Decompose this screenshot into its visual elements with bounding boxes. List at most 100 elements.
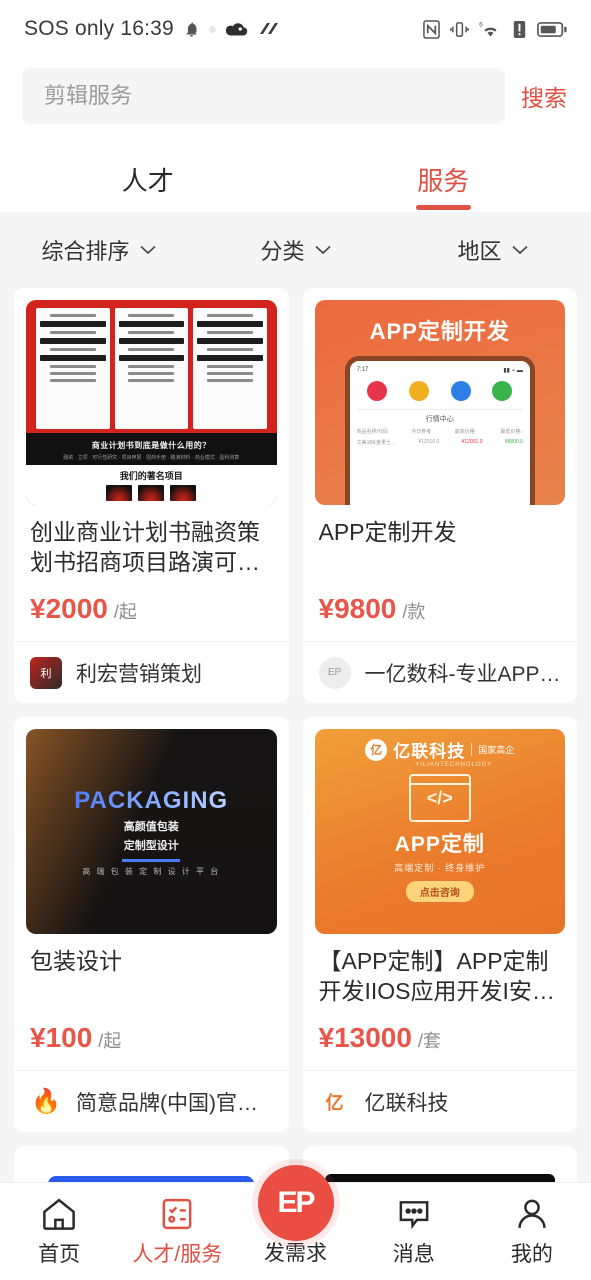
card-price: ¥2000 (30, 593, 108, 624)
card-body: 创业商业计划书融资策划书招商项目路演可行性… (14, 505, 289, 579)
battery-icon (537, 21, 567, 38)
carrier-time-label: SOS only 16:39 (24, 17, 174, 40)
nav-item-messages[interactable]: 消息 (355, 1196, 473, 1268)
card-thumbnail-image: 商业计划书到底是做什么用的？ 融资 · 立项 · 可行性研究 · 项目申报 · … (26, 300, 277, 505)
tab-talent[interactable]: 人才 (0, 146, 296, 212)
nav-item-post-demand[interactable]: EP 发需求 (236, 1164, 354, 1267)
art-yilian-sub: 高端定制 · 终身维护 (394, 863, 486, 873)
card-price: ¥9800 (318, 593, 397, 624)
card-title: 【APP定制】APP定制开发IIOS应用开发I安卓AP… (318, 948, 555, 1005)
card-shop-row[interactable]: 🔥 简意品牌(中国)官方旗… (14, 1070, 289, 1132)
art-yilian-badge: 国家高企 (471, 743, 514, 756)
service-card[interactable]: PACKAGING 高颜值包装 定制型设计 高 端 包 装 定 制 设 计 平 … (14, 717, 289, 1132)
ep-fab-icon[interactable]: EP (257, 1164, 334, 1241)
nav-item-messages-label: 消息 (392, 1242, 435, 1266)
search-field[interactable] (22, 68, 505, 124)
tab-services[interactable]: 服务 (296, 146, 591, 212)
bell-icon (183, 20, 200, 39)
yilian-mark-icon: 亿 (365, 738, 388, 761)
art-packaging-line2: 定制型设计 (123, 839, 179, 852)
card-price-unit: /套 (417, 1031, 441, 1051)
status-bar-right: 6 (423, 19, 567, 39)
filter-category-label: 分类 (260, 239, 305, 264)
shop-logo-icon: EP (318, 656, 351, 689)
filter-bar: 综合排序 分类 地区 (0, 212, 591, 288)
status-bar-left: SOS only 16:39 (24, 17, 280, 41)
card-title: 包装设计 (30, 948, 122, 974)
art-yilian-brand-sub: YILIANTECHNOLOGY (415, 762, 493, 768)
nav-item-home-label: 首页 (38, 1242, 81, 1266)
nav-item-talent-services[interactable]: 人才/服务 (118, 1196, 236, 1268)
chat-icon (399, 1200, 429, 1229)
card-price-row: ¥2000 /起 (14, 579, 289, 641)
art-packaging-title: PACKAGING (74, 786, 229, 814)
person-icon (518, 1199, 546, 1228)
filter-sort[interactable]: 综合排序 (0, 234, 197, 266)
search-bar: 搜索 (0, 58, 591, 146)
card-shop-row[interactable]: 亿 亿联科技 (302, 1070, 577, 1132)
service-card[interactable]: 亿 亿联科技 国家高企 YILIANTECHNOLOGY </> APP定制 高… (302, 717, 578, 1132)
filter-region-label: 地区 (457, 239, 502, 264)
nav-item-home[interactable]: 首页 (0, 1196, 118, 1268)
service-card-grid: 商业计划书到底是做什么用的？ 融资 · 立项 · 可行性研究 · 项目申报 · … (0, 288, 591, 1280)
search-button[interactable]: 搜索 (519, 75, 569, 117)
card-price-unit: /起 (113, 602, 137, 622)
art-app-headline: APP定制开发 (369, 319, 510, 344)
card-thumbnail-image: PACKAGING 高颜值包装 定制型设计 高 端 包 装 定 制 设 计 平 … (26, 729, 277, 934)
nav-item-profile[interactable]: 我的 (473, 1196, 591, 1268)
art-packaging-line1: 高颜值包装 (123, 820, 179, 833)
service-card[interactable]: 商业计划书到底是做什么用的？ 融资 · 立项 · 可行性研究 · 项目申报 · … (14, 288, 289, 703)
card-shop-name: 简意品牌(中国)官方旗… (76, 1091, 273, 1115)
card-price: ¥100 (30, 1022, 93, 1053)
card-price-unit: /款 (402, 602, 426, 622)
wifi6-icon: 6 (479, 20, 502, 39)
card-title: APP定制开发 (318, 519, 457, 545)
svg-text:6: 6 (479, 21, 483, 28)
art-yilian-cta: 点击咨询 (405, 881, 474, 902)
card-shop-name: 一亿数科-专业APP/微… (364, 662, 562, 686)
vibrate-icon (450, 20, 469, 39)
app-screen: SOS only 16:39 6 剪辑服务 搜索 人才 服务 综合排序 分类 地… (0, 0, 591, 1280)
search-input[interactable] (44, 83, 483, 109)
wave-icon (258, 21, 280, 37)
art-yilian-brand: 亿联科技 (393, 742, 466, 761)
art-plan-foot-text: 我们的著名项目 (119, 471, 183, 481)
card-body: 包装设计 (14, 934, 289, 1008)
art-app-section: 行情中心 (425, 416, 454, 423)
bottom-nav: 首页 人才/服务 EP 发需求 消息 我的 (0, 1164, 591, 1280)
card-thumbnail-wrap: 商业计划书到底是做什么用的？ 融资 · 立项 · 可行性研究 · 项目申报 · … (14, 288, 289, 505)
card-price-unit: /起 (98, 1031, 122, 1051)
card-shop-row[interactable]: 利 利宏营销策划 (14, 641, 289, 703)
card-shop-row[interactable]: EP 一亿数科-专业APP/微… (302, 641, 577, 703)
status-dot-icon (208, 25, 216, 33)
shop-logo-icon: 亿 (318, 1085, 351, 1118)
card-shop-name: 亿联科技 (364, 1091, 449, 1115)
top-tabs: 人才 服务 (0, 146, 591, 212)
home-icon (43, 1198, 75, 1230)
art-packaging-line3: 高 端 包 装 定 制 设 计 平 台 (82, 866, 221, 876)
service-card[interactable]: APP定制开发 7:17 ▮▮ ⌁ ▬ 行情中心 商品名称/代码 今日参考 最高价格↑… (302, 288, 578, 703)
card-thumbnail-image: APP定制开发 7:17 ▮▮ ⌁ ▬ 行情中心 商品名称/代码 今日参考 最高价格↑… (314, 300, 565, 505)
card-title: 创业商业计划书融资策划书招商项目路演可行性… (30, 519, 260, 576)
card-thumbnail-wrap: PACKAGING 高颜值包装 定制型设计 高 端 包 装 定 制 设 计 平 … (14, 717, 289, 934)
tab-talent-label: 人才 (121, 165, 174, 196)
art-yilian-title: APP定制 (394, 833, 485, 856)
filter-region[interactable]: 地区 (394, 234, 591, 266)
chevron-down-icon (314, 245, 331, 255)
tab-services-label: 服务 (417, 165, 470, 196)
art-plan-strip-text: 商业计划书到底是做什么用的？ (91, 441, 211, 450)
code-window-icon: </> (408, 774, 471, 822)
nav-item-talent-services-label: 人才/服务 (132, 1242, 223, 1266)
chevron-down-icon (139, 245, 156, 255)
chevron-down-icon (511, 245, 528, 255)
card-body: 【APP定制】APP定制开发IIOS应用开发I安卓AP… (303, 934, 578, 1008)
filter-category[interactable]: 分类 (197, 234, 394, 266)
shop-logo-icon: 利 (30, 656, 62, 689)
card-thumbnail-wrap: APP定制开发 7:17 ▮▮ ⌁ ▬ 行情中心 商品名称/代码 今日参考 最高价格↑… (303, 288, 578, 505)
card-thumbnail-image: 亿 亿联科技 国家高企 YILIANTECHNOLOGY </> APP定制 高… (314, 729, 565, 934)
shop-logo-icon: 🔥 (30, 1085, 62, 1118)
card-shop-name: 利宏营销策划 (76, 662, 202, 686)
checklist-icon (162, 1198, 192, 1229)
filter-sort-label: 综合排序 (41, 239, 130, 264)
nfc-icon (423, 19, 440, 39)
